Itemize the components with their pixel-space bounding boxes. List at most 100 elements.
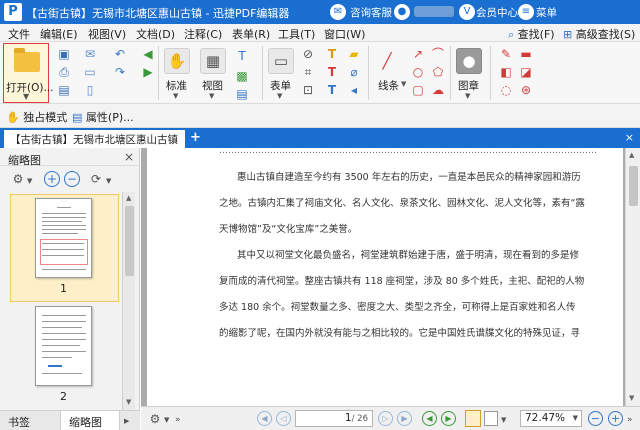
tab-document[interactable]: 【古街古镇】无锡市北塘区惠山古镇: [4, 130, 185, 148]
zoom-out-icon[interactable]: −: [64, 171, 80, 187]
rectangle-icon[interactable]: ▢: [410, 82, 426, 98]
line-tool-icon[interactable]: ╱: [374, 48, 400, 74]
chevron-down-icon[interactable]: ▼: [573, 414, 578, 422]
print-icon[interactable]: ⎙: [56, 64, 72, 80]
scroll-down-icon[interactable]: ▼: [126, 398, 131, 406]
last-page-icon[interactable]: ▶: [397, 411, 412, 426]
zoom-in-icon[interactable]: +: [44, 171, 60, 187]
scrollbar-thumb[interactable]: [125, 206, 134, 276]
first-page-icon[interactable]: ◀: [257, 411, 272, 426]
chevron-down-icon[interactable]: ▼: [277, 92, 282, 100]
back-view-icon[interactable]: ◀: [422, 411, 437, 426]
member-center-button[interactable]: 会员中心: [476, 5, 518, 20]
add-image-icon[interactable]: ▩: [234, 68, 250, 84]
highlight-icon[interactable]: ▬: [518, 46, 534, 62]
zoom-field[interactable]: 72.47% ▼: [520, 410, 582, 427]
chevron-down-icon[interactable]: ▼: [27, 177, 32, 185]
properties-button[interactable]: ▤ 属性(P)...: [72, 109, 134, 125]
close-icon[interactable]: ×: [625, 131, 634, 144]
sticky-note-icon[interactable]: ▰: [346, 46, 362, 62]
prev-page-icon[interactable]: ◁: [276, 411, 291, 426]
zoom-in-icon[interactable]: +: [608, 411, 623, 426]
cloud-icon[interactable]: ☁: [430, 82, 446, 98]
new-document-icon[interactable]: ▯: [82, 82, 98, 98]
link-icon[interactable]: ⊘: [300, 46, 316, 62]
find-button[interactable]: ⌕ 查找(F): [508, 26, 555, 42]
menu-document[interactable]: 文档(D): [136, 26, 175, 42]
menu-icon[interactable]: ≡: [518, 4, 534, 20]
support-button[interactable]: 咨询客服: [350, 5, 392, 20]
page-thumbnail-1[interactable]: [35, 198, 92, 278]
chevron-down-icon[interactable]: ▼: [106, 177, 111, 185]
forward-view-icon[interactable]: ▶: [441, 411, 456, 426]
highlight-area-icon[interactable]: ◌: [498, 82, 514, 98]
tab-thumbnails[interactable]: 缩略图: [60, 411, 120, 430]
chevron-down-icon[interactable]: ▼: [465, 92, 470, 100]
menu-form[interactable]: 表单(R): [232, 26, 270, 42]
page-thumbnail-2[interactable]: [35, 306, 92, 386]
measure-icon[interactable]: ⊡: [300, 82, 316, 98]
gear-icon[interactable]: ⚙: [10, 171, 26, 187]
scroll-down-icon[interactable]: ▼: [629, 394, 634, 402]
scan-icon[interactable]: ▭: [82, 64, 98, 80]
gear-icon[interactable]: ⚙: [147, 411, 163, 427]
redo-icon[interactable]: ↷: [112, 64, 128, 80]
thumbnail-scrollbar[interactable]: ▲ ▼: [122, 192, 135, 410]
advanced-search-button[interactable]: ⊞ 高级查找(S): [563, 26, 635, 42]
pencil-icon[interactable]: ✎: [498, 46, 514, 62]
scroll-up-icon[interactable]: ▲: [629, 151, 634, 159]
menu-comment[interactable]: 注释(C): [184, 26, 222, 42]
chevron-down-icon[interactable]: ▼: [401, 80, 406, 88]
continuous-layout-icon[interactable]: [484, 411, 498, 426]
edit-content-icon[interactable]: ▤: [234, 86, 250, 102]
chat-icon[interactable]: ✉: [330, 4, 346, 20]
undo-icon[interactable]: ↶: [112, 46, 128, 62]
expand-icon[interactable]: »: [627, 415, 633, 425]
rotate-icon[interactable]: ⟳: [88, 171, 104, 187]
menu-tools[interactable]: 工具(T): [278, 26, 315, 42]
forward-icon[interactable]: ▶: [140, 64, 156, 80]
ellipse-icon[interactable]: ○: [410, 64, 426, 80]
text-box-icon[interactable]: T: [324, 46, 340, 62]
member-icon[interactable]: V: [459, 4, 475, 20]
polygon-icon[interactable]: ⬠: [430, 64, 446, 80]
expand-icon[interactable]: »: [175, 415, 181, 425]
attachment-icon[interactable]: ⌀: [346, 64, 362, 80]
email-icon[interactable]: ✉: [82, 46, 98, 62]
tab-bookmarks[interactable]: 书签: [0, 411, 58, 430]
menu-file[interactable]: 文件: [8, 26, 30, 42]
pdf-page[interactable]: ……………………………………………………………………………………………………………: [147, 148, 623, 406]
export-icon[interactable]: ▤: [56, 82, 72, 98]
save-icon[interactable]: ▣: [56, 46, 72, 62]
close-icon[interactable]: ×: [124, 150, 134, 164]
view-mode-icon[interactable]: ▦: [200, 48, 226, 74]
user-avatar-icon[interactable]: ●: [394, 4, 410, 20]
form-field-icon[interactable]: ▭: [268, 48, 294, 74]
add-text-icon[interactable]: T: [234, 48, 250, 64]
arrow-icon[interactable]: ↗: [410, 46, 426, 62]
menu-button[interactable]: 菜单: [536, 5, 557, 20]
scrollbar-thumb[interactable]: [629, 166, 638, 206]
underline-icon[interactable]: ◪: [518, 64, 534, 80]
crop-icon[interactable]: ⌗: [300, 64, 316, 80]
chevron-down-icon[interactable]: ▼: [209, 92, 214, 100]
strikeout-icon[interactable]: ⊛: [518, 82, 534, 98]
zoom-out-icon[interactable]: −: [588, 411, 603, 426]
menu-edit[interactable]: 编辑(E): [40, 26, 78, 42]
chevron-down-icon[interactable]: ▼: [173, 92, 178, 100]
back-icon[interactable]: ◀: [140, 46, 156, 62]
document-view[interactable]: ……………………………………………………………………………………………………………: [141, 148, 640, 406]
page-number-field[interactable]: 1/ 26: [295, 410, 373, 427]
scroll-up-icon[interactable]: ▲: [126, 194, 131, 202]
open-button[interactable]: 打开(O)... ▼: [3, 43, 53, 103]
chevron-down-icon[interactable]: ▼: [501, 416, 506, 424]
menu-view[interactable]: 视图(V): [88, 26, 126, 42]
hand-tool-icon[interactable]: ✋: [164, 48, 190, 74]
polyline-icon[interactable]: ⌒: [430, 46, 446, 62]
stamp-icon[interactable]: ●: [456, 48, 482, 74]
document-scrollbar[interactable]: ▲ ▼: [625, 148, 640, 406]
exclusive-mode-button[interactable]: ✋ 独占模式: [6, 109, 67, 125]
chevron-down-icon[interactable]: ▼: [164, 416, 169, 424]
single-page-layout-button[interactable]: [465, 410, 481, 427]
sound-icon[interactable]: ◂: [346, 82, 362, 98]
